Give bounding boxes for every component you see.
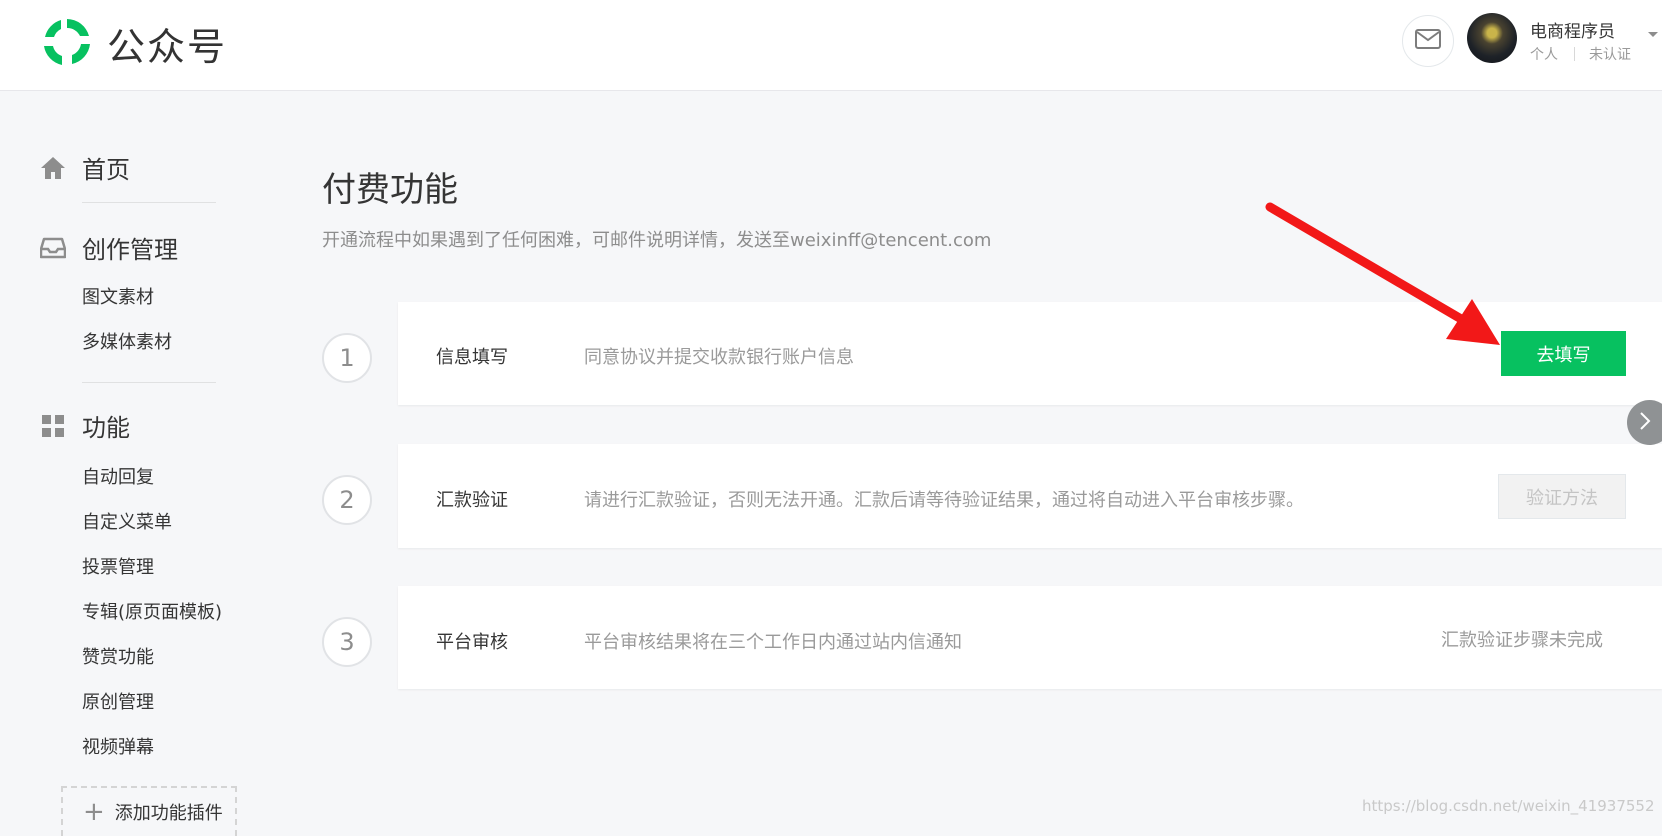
watermark: https://blog.csdn.net/weixin_41937552 [1362,797,1655,815]
plus-icon: + [83,797,105,827]
top-header: 公众号 电商程序员 个人 未认证 [0,0,1662,91]
home-icon [40,155,66,181]
mail-icon [1415,29,1441,53]
sidebar-item-label: 创作管理 [82,236,178,264]
sidebar-item-video-danmaku[interactable]: 视频弹幕 [82,733,154,759]
add-plugin-button[interactable]: + 添加功能插件 [61,786,237,836]
step-title: 汇款验证 [436,490,508,511]
sidebar-divider [82,382,216,383]
inbox-icon [40,235,66,261]
next-button[interactable] [1627,400,1662,445]
logo-text[interactable]: 公众号 [107,16,227,71]
step-description: 同意协议并提交收款银行账户信息 [584,347,854,368]
page-description: 开通流程中如果遇到了任何困难，可邮件说明详情，发送至weixinff@tence… [322,230,992,251]
step-status: 汇款验证步骤未完成 [1441,630,1603,651]
sidebar-item-media-material[interactable]: 多媒体素材 [82,328,172,354]
sidebar-item-auto-reply[interactable]: 自动回复 [82,463,154,489]
sidebar-item-original[interactable]: 原创管理 [82,688,154,714]
sidebar-item-home[interactable]: 首页 [40,150,130,185]
mail-button[interactable] [1402,15,1454,67]
step-number: 1 [322,333,372,383]
sidebar-item-creation[interactable]: 创作管理 [40,230,178,265]
sidebar-item-article-material[interactable]: 图文素材 [82,283,154,309]
sidebar-item-reward[interactable]: 赞赏功能 [82,643,154,669]
meta-divider [1574,47,1575,61]
sidebar-item-vote[interactable]: 投票管理 [82,553,154,579]
chevron-down-icon[interactable] [1648,32,1658,37]
fill-in-button[interactable]: 去填写 [1501,331,1626,376]
step-title: 信息填写 [436,347,508,368]
account-meta: 个人 未认证 [1530,44,1631,64]
sidebar-item-label: 首页 [82,156,130,184]
sidebar-item-label: 功能 [82,414,130,442]
sidebar: 首页 创作管理 图文素材 多媒体素材 功能 自动回复 自定义菜单 投票管理 专辑… [0,90,260,828]
account-name[interactable]: 电商程序员 [1530,17,1615,42]
step-description: 平台审核结果将在三个工作日内通过站内信通知 [584,632,962,653]
chevron-right-icon [1638,411,1662,435]
account-status[interactable]: 未认证 [1589,44,1631,64]
account-type: 个人 [1530,47,1558,63]
step-title: 平台审核 [436,632,508,653]
verify-method-button[interactable]: 验证方法 [1498,474,1626,519]
step-number: 3 [322,617,372,667]
grid-icon [40,413,66,439]
avatar[interactable] [1467,13,1517,63]
step-description: 请进行汇款验证，否则无法开通。汇款后请等待验证结果，通过将自动进入平台审核步骤。 [584,490,1304,511]
sidebar-item-function[interactable]: 功能 [40,408,130,443]
annotation-arrow-icon [1250,195,1510,359]
sidebar-divider [82,202,216,203]
sidebar-item-custom-menu[interactable]: 自定义菜单 [82,508,172,534]
wechat-official-logo-icon[interactable] [40,15,94,69]
page-title: 付费功能 [322,170,458,210]
sidebar-item-album[interactable]: 专辑(原页面模板) [82,598,222,624]
step-card-remittance: 汇款验证 请进行汇款验证，否则无法开通。汇款后请等待验证结果，通过将自动进入平台… [398,444,1662,548]
step-number: 2 [322,475,372,525]
add-plugin-label: 添加功能插件 [114,803,223,824]
